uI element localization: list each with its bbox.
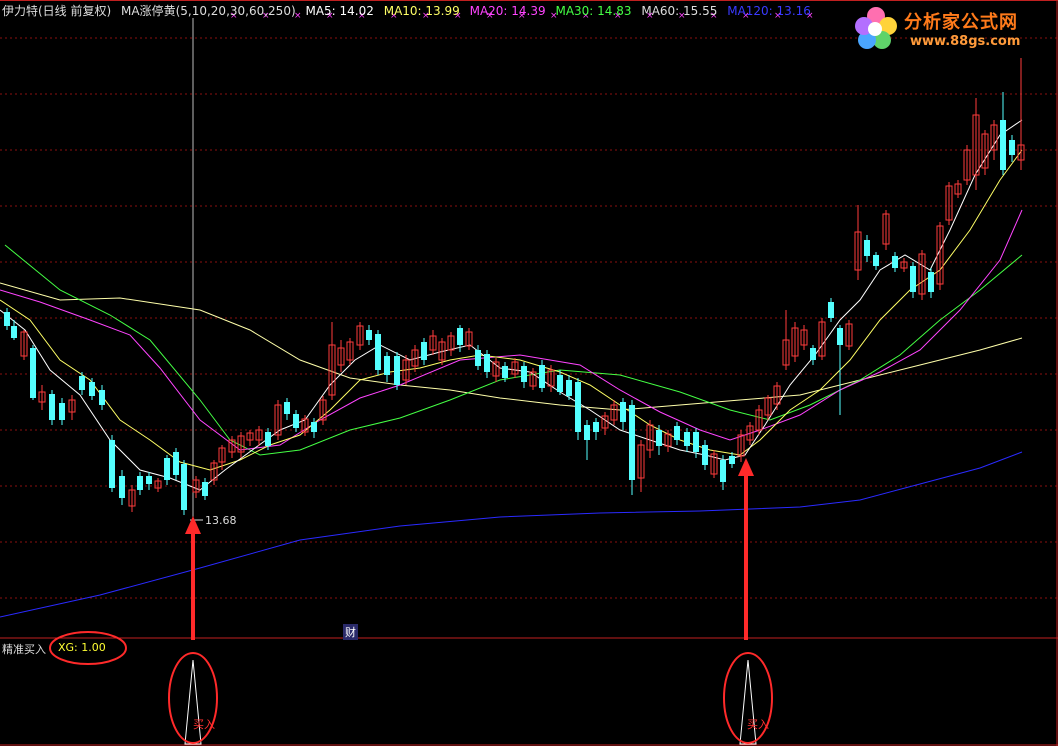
candle-body-down: [293, 414, 299, 428]
overlay-annotations: × × × × × × × × × × × × × × × × × × ×13.68: [49, 11, 814, 745]
candle-body-down: [828, 302, 834, 318]
buy-signal-label-1: 买入: [193, 718, 215, 731]
low-price-label: 13.68: [205, 514, 237, 527]
candle-body-down: [79, 376, 85, 390]
candle-body-down: [1000, 120, 1006, 170]
candle-body-down: [729, 456, 735, 464]
candle-body-down: [593, 422, 599, 432]
candle-body-down: [265, 432, 271, 446]
ma5-value: MA5: 14.02: [305, 4, 374, 18]
candle-body-down: [375, 334, 381, 370]
ma5-line: [0, 119, 1023, 491]
candle-body-down: [384, 356, 390, 375]
ma20-value: MA20: 14.39: [469, 4, 546, 18]
candle-body-down: [521, 366, 527, 382]
candle-body-down: [173, 452, 179, 475]
candle-body-down: [119, 476, 125, 498]
xg-value: XG: 1.00: [58, 641, 106, 654]
candle-body-down: [49, 394, 55, 420]
candle-body-down: [864, 240, 870, 256]
candle-body-down: [502, 366, 508, 378]
candle-body-down: [421, 342, 427, 360]
candle-body-down: [656, 430, 662, 446]
candle-body-down: [89, 382, 95, 396]
candle-body-down: [202, 482, 208, 496]
candle-body-down: [366, 330, 372, 340]
candle-body-down: [11, 326, 17, 338]
candle-body-down: [394, 356, 400, 385]
candle-body-down: [109, 440, 115, 488]
ma10-value: MA10: 13.99: [383, 4, 460, 18]
candle-body-down: [146, 476, 152, 484]
ma60-value: MA60: 15.55: [641, 4, 718, 18]
candle-body-down: [620, 402, 626, 422]
candle-body-down: [629, 405, 635, 480]
candle-body-down: [720, 460, 726, 482]
candle-body-down: [137, 476, 143, 490]
candle-body-down: [99, 390, 105, 405]
stock-title: 伊力特(日线 前复权): [2, 4, 112, 18]
candle-body-down: [59, 403, 65, 420]
candle-body-down: [873, 255, 879, 266]
candle-body-down: [575, 382, 581, 432]
indicator-name: MA涨停黄(5,10,20,30,60,250): [121, 4, 296, 18]
candle-body-down: [693, 432, 699, 452]
ma120-line: [0, 451, 1023, 618]
buy-signal-label-2: 买入: [747, 718, 769, 731]
candle-body-down: [837, 328, 843, 345]
flower-logo-icon: [855, 7, 897, 49]
ma10-line: [0, 149, 1023, 471]
buy-arrow-2-head: [738, 458, 754, 476]
candle-body-down: [910, 266, 916, 292]
candle-body-down: [30, 348, 36, 398]
buy-arrow-1-head: [185, 516, 201, 534]
candle-body-down: [928, 272, 934, 292]
candle-body-down: [164, 458, 170, 480]
candle-body-down: [584, 425, 590, 440]
ma120-value: MA120: 13.16: [727, 4, 811, 18]
finance-marker[interactable]: 财: [343, 624, 358, 640]
candle-body-down: [557, 375, 563, 392]
candle-body-down: [566, 380, 572, 396]
candle-body-down: [311, 422, 317, 432]
candle-body-down: [484, 354, 490, 372]
candle-body-down: [684, 432, 690, 446]
candle-body-down: [1009, 140, 1015, 155]
candle-body-down: [892, 256, 898, 268]
chart-header: 伊力特(日线 前复权) MA涨停黄(5,10,20,30,60,250) MA5…: [2, 2, 817, 19]
candle-body-down: [810, 348, 816, 360]
price-gridlines: [0, 0, 1058, 746]
ma60-line: [0, 282, 1023, 411]
ma30-line: [4, 244, 1023, 456]
candle-body-down: [181, 464, 187, 510]
site-logo[interactable]: 分析家公式网 www.88gs.com: [852, 4, 1052, 54]
candle-body-down: [457, 328, 463, 345]
candlesticks: [4, 58, 1025, 515]
stock-chart: × × × × × × × × × × × × × × × × × × ×13.68: [0, 0, 1058, 746]
candle-body-down: [702, 445, 708, 465]
candle-body-down: [674, 426, 680, 440]
logo-title: 分析家公式网: [904, 12, 1018, 33]
candle-body-down: [284, 402, 290, 414]
lower-panel-name: 精准买入: [2, 643, 46, 656]
logo-url: www.88gs.com: [910, 34, 1021, 49]
ma30-value: MA30: 14.83: [555, 4, 632, 18]
candle-body-down: [475, 350, 481, 366]
candle-body-down: [4, 312, 10, 326]
candle-body-down: [539, 365, 545, 388]
